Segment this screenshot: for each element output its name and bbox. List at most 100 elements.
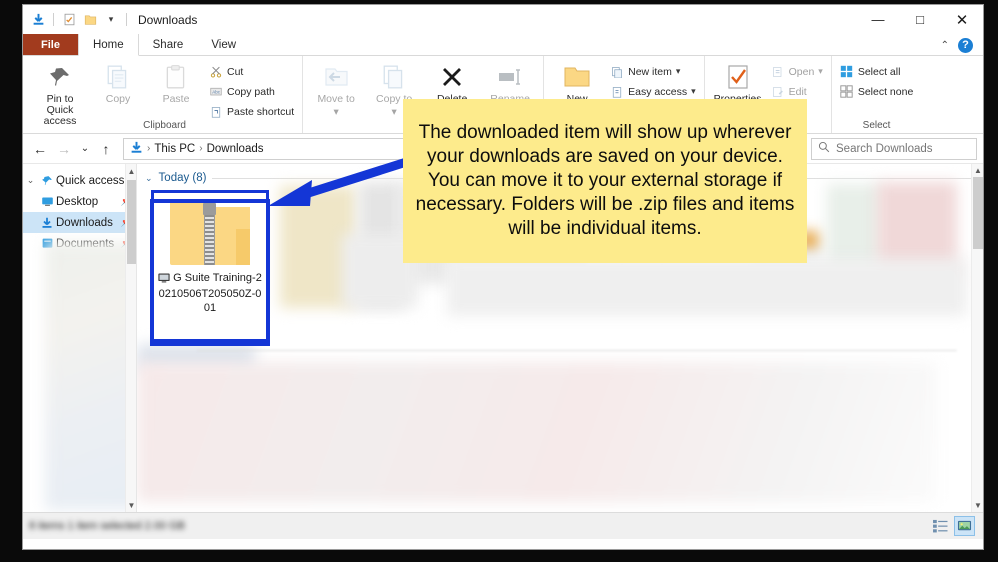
new-item-label: New item [628, 66, 672, 78]
copy-path-label: Copy path [227, 86, 275, 98]
search-box[interactable]: Search Downloads [811, 138, 977, 160]
file-tile-selected[interactable]: G Suite Training-20210506T205050Z-001 [151, 190, 269, 342]
file-list-scrollbar[interactable]: ▲ ▼ [971, 164, 983, 512]
folder-icon[interactable] [81, 11, 99, 29]
tab-file[interactable]: File [23, 34, 78, 55]
redacted-file-region [137, 362, 937, 502]
sidebar-item-desktop[interactable]: Desktop 📌 [23, 191, 136, 212]
easy-access-label: Easy access [628, 86, 687, 98]
rename-icon [497, 62, 523, 92]
clipboard-small-buttons: Cut Abc Copy path Paste sho [206, 59, 297, 120]
tab-view[interactable]: View [197, 34, 250, 55]
screen: ▾ Downloads — □ ✕ File Home Share View ⌃… [0, 0, 998, 562]
close-button[interactable]: ✕ [941, 5, 983, 34]
scroll-up-icon[interactable]: ▲ [126, 164, 137, 178]
sidebar-item-downloads[interactable]: Downloads 📌 [23, 212, 136, 233]
minimize-button[interactable]: — [857, 5, 899, 34]
new-item-button[interactable]: New item ▾ [607, 63, 698, 80]
divider [197, 350, 957, 351]
scroll-down-icon[interactable]: ▼ [972, 499, 983, 512]
customize-chevron-icon[interactable]: ▾ [102, 11, 120, 29]
paste-shortcut-button[interactable]: Paste shortcut [206, 103, 297, 120]
tab-home[interactable]: Home [78, 34, 139, 56]
scroll-up-icon[interactable]: ▲ [972, 164, 983, 177]
details-view-button[interactable] [930, 516, 951, 536]
select-all-icon [840, 65, 854, 79]
download-arrow-icon [38, 217, 56, 229]
divider [53, 13, 54, 26]
select-all-button[interactable]: Select all [837, 63, 916, 80]
move-to-icon [323, 62, 349, 92]
open-chevron-icon[interactable]: ▾ [818, 67, 823, 76]
easy-access-button[interactable]: Easy access ▾ [607, 83, 698, 100]
select-none-button[interactable]: Select none [837, 83, 916, 100]
copy-to-chevron-icon[interactable]: ▾ [391, 107, 396, 118]
breadcrumb-separator: › [199, 143, 202, 154]
window-controls: — □ ✕ [857, 5, 983, 34]
scissors-icon [209, 65, 223, 79]
navigation-pane: ⌄ Quick access Desktop 📌 [23, 164, 137, 512]
file-tiles: G Suite Training-20210506T205050Z-001 [145, 186, 275, 346]
status-bar: 8 items 1 item selected 2.00 GB [23, 512, 983, 539]
back-button[interactable]: ← [29, 138, 51, 160]
easy-access-chevron-icon[interactable]: ▾ [691, 87, 696, 96]
download-arrow-icon [130, 141, 143, 157]
file-explorer-window: ▾ Downloads — □ ✕ File Home Share View ⌃… [22, 4, 984, 550]
zip-folder-icon [170, 201, 250, 265]
instruction-callout: The downloaded item will show up whereve… [403, 99, 807, 263]
file-tile-label: G Suite Training-20210506T205050Z-001 [156, 271, 264, 315]
help-icon[interactable]: ? [958, 38, 973, 53]
breadcrumb-this-pc[interactable]: This PC [154, 143, 195, 155]
move-to-chevron-icon[interactable]: ▾ [333, 107, 338, 118]
copy-label: Copy [106, 94, 131, 105]
chevron-down-icon[interactable]: ⌄ [145, 173, 153, 184]
large-icons-view-button[interactable] [954, 516, 975, 536]
select-small-buttons: Select all Select none [837, 59, 916, 100]
navigation-pane-scrollbar[interactable]: ▲ ▼ [125, 164, 136, 512]
paste-shortcut-label: Paste shortcut [227, 106, 294, 118]
move-to-label: Move to [317, 94, 354, 105]
copy-path-button[interactable]: Abc Copy path [206, 83, 297, 100]
scrollbar-thumb[interactable] [127, 180, 136, 264]
ribbon-tab-bar: File Home Share View ⌃ ? [23, 34, 983, 56]
breadcrumb-downloads[interactable]: Downloads [207, 143, 264, 155]
properties-icon[interactable] [60, 11, 78, 29]
download-arrow-icon[interactable] [29, 11, 47, 29]
cut-button[interactable]: Cut [206, 63, 297, 80]
sidebar-item-label: Desktop [56, 196, 121, 208]
chevron-down-icon[interactable]: ⌄ [23, 175, 38, 186]
select-group-label: Select [837, 120, 916, 133]
redacted-sidebar-region [45, 242, 137, 510]
monitor-icon [158, 273, 170, 287]
copy-button[interactable]: Copy [90, 59, 146, 105]
move-to-button[interactable]: Move to ▾ [308, 59, 364, 118]
scrollbar-thumb[interactable] [973, 177, 983, 249]
paste-button[interactable]: Paste [148, 59, 204, 105]
new-item-chevron-icon[interactable]: ▾ [676, 67, 681, 76]
breadcrumb-separator: › [147, 143, 150, 154]
collapse-ribbon-icon[interactable]: ⌃ [941, 40, 949, 51]
sidebar-item-quick-access[interactable]: ⌄ Quick access [23, 170, 136, 191]
copy-icon [105, 62, 131, 92]
up-button[interactable]: ↑ [95, 138, 117, 160]
recent-locations-button[interactable]: ⌄ [77, 138, 93, 160]
edit-label: Edit [789, 86, 807, 98]
cut-label: Cut [227, 66, 243, 78]
pin-icon [38, 175, 56, 187]
open-label: Open [789, 66, 815, 78]
maximize-button[interactable]: □ [899, 5, 941, 34]
new-folder-icon [563, 62, 591, 92]
pin-to-quick-access-button[interactable]: Pin to Quick access [32, 59, 88, 127]
scroll-down-icon[interactable]: ▼ [126, 498, 137, 512]
new-item-icon [610, 65, 624, 79]
paste-shortcut-icon [209, 105, 223, 119]
open-icon [771, 65, 785, 79]
tab-share[interactable]: Share [139, 34, 198, 55]
easy-access-icon [610, 85, 624, 99]
properties-check-icon [726, 62, 750, 92]
edit-button[interactable]: Edit [768, 83, 826, 100]
divider [126, 13, 127, 26]
open-button[interactable]: Open ▾ [768, 63, 826, 80]
forward-button[interactable]: → [53, 138, 75, 160]
file-name: G Suite Training-20210506T205050Z-001 [159, 272, 262, 314]
